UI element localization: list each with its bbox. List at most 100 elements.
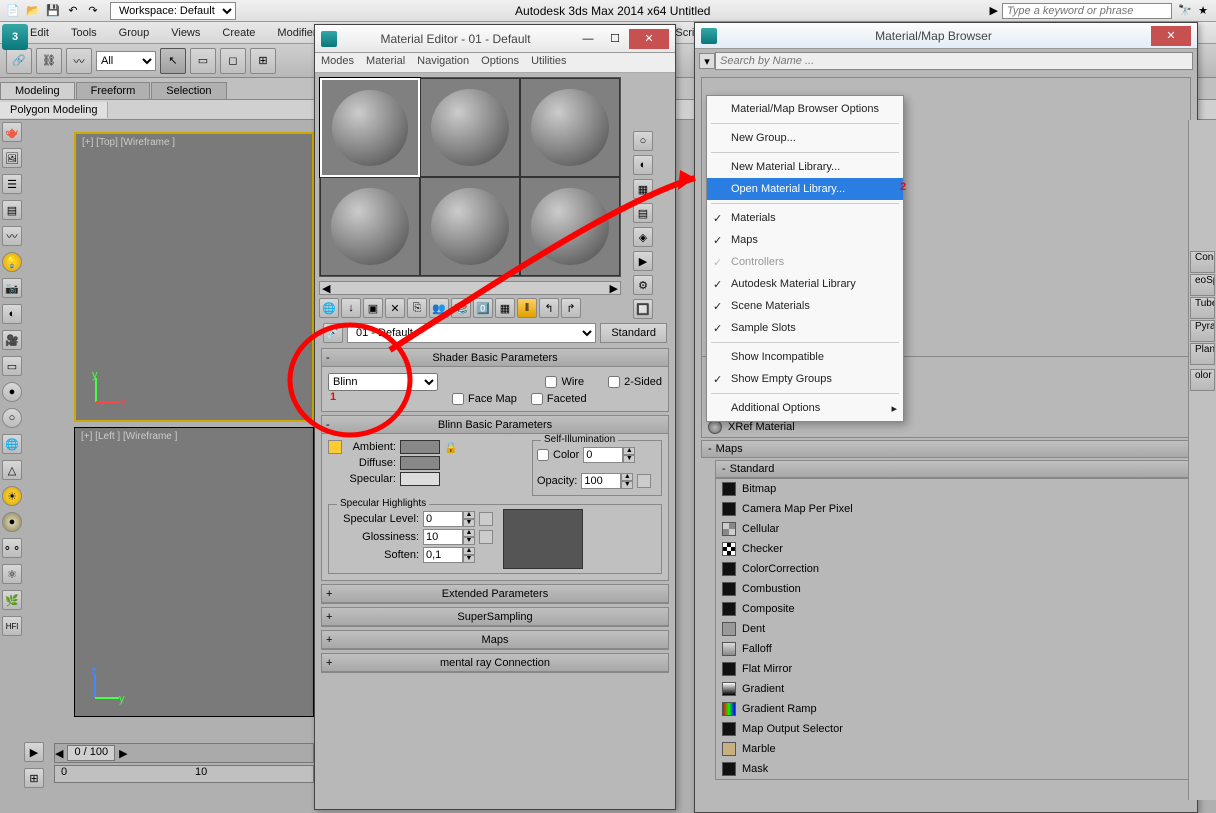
menu-material[interactable]: Material bbox=[366, 55, 405, 70]
list-item[interactable]: Combustion bbox=[716, 579, 1190, 599]
material-id-icon[interactable]: 0️⃣ bbox=[473, 298, 493, 318]
info-icon[interactable]: ▶ bbox=[990, 4, 998, 17]
atom-icon[interactable]: ⚛ bbox=[2, 564, 22, 584]
color-checkbox[interactable] bbox=[537, 449, 549, 461]
gloss-map-button[interactable] bbox=[479, 530, 493, 544]
ctx-browser-options[interactable]: Material/Map Browser Options bbox=[707, 98, 903, 120]
list-item[interactable]: Flat Mirror bbox=[716, 659, 1190, 679]
sample-scrollbar[interactable]: ◀▶ bbox=[319, 281, 621, 295]
show-end-result-icon[interactable]: ‖ bbox=[517, 298, 537, 318]
sphere3-icon[interactable]: ● bbox=[2, 512, 22, 532]
globe-icon[interactable]: 🌐 bbox=[2, 434, 22, 454]
exposure-icon[interactable]: ◐ bbox=[2, 304, 22, 324]
help-search-input[interactable] bbox=[1002, 3, 1172, 19]
list-item[interactable]: Dent bbox=[716, 619, 1190, 639]
binoculars-icon[interactable]: 🔭 bbox=[1176, 2, 1194, 20]
btn-cone[interactable]: Cone bbox=[1190, 251, 1215, 273]
sample-slot-1[interactable] bbox=[320, 78, 420, 177]
selection-filter[interactable]: All bbox=[96, 51, 156, 71]
material-name-select[interactable]: 01 - Default bbox=[347, 323, 596, 343]
next-icon[interactable]: ▶ bbox=[119, 747, 127, 760]
list-item[interactable]: Camera Map Per Pixel bbox=[716, 499, 1190, 519]
wire-checkbox[interactable] bbox=[545, 376, 557, 388]
btn-color[interactable]: olor bbox=[1190, 369, 1215, 391]
window-crossing-icon[interactable]: ⊞ bbox=[250, 48, 276, 74]
menu-navigation[interactable]: Navigation bbox=[417, 55, 469, 70]
put-to-scene-icon[interactable]: ↓ bbox=[341, 298, 361, 318]
ctx-materials[interactable]: ✓Materials bbox=[707, 207, 903, 229]
prev-icon[interactable]: ◀ bbox=[55, 747, 63, 760]
save-icon[interactable]: 💾 bbox=[44, 2, 62, 20]
menu-group[interactable]: Group bbox=[119, 27, 150, 39]
select-object-icon[interactable]: ↖ bbox=[160, 48, 186, 74]
minimize-button[interactable]: — bbox=[575, 29, 601, 49]
play-icon[interactable]: ▶ bbox=[24, 742, 44, 762]
assign-icon[interactable]: ▣ bbox=[363, 298, 383, 318]
material-editor-titlebar[interactable]: Material Editor - 01 - Default — ☐ ✕ bbox=[315, 25, 675, 53]
ctx-scene-materials[interactable]: ✓Scene Materials bbox=[707, 295, 903, 317]
ctx-new-group[interactable]: New Group... bbox=[707, 127, 903, 149]
sun-icon[interactable]: ☀ bbox=[2, 486, 22, 506]
list-item[interactable]: Checker bbox=[716, 539, 1190, 559]
tab-freeform[interactable]: Freeform bbox=[76, 82, 151, 99]
ctx-open-material-library[interactable]: Open Material Library... bbox=[707, 178, 903, 200]
plant-icon[interactable]: 🌿 bbox=[2, 590, 22, 610]
picture-icon[interactable]: 🖼 bbox=[2, 148, 22, 168]
teapot-icon[interactable]: 🫖 bbox=[2, 122, 22, 142]
opacity-spinner[interactable] bbox=[581, 473, 621, 489]
ctx-show-empty-groups[interactable]: ✓Show Empty Groups bbox=[707, 368, 903, 390]
tab-selection[interactable]: Selection bbox=[151, 82, 226, 99]
spheres-icon[interactable]: ⚬⚬ bbox=[2, 538, 22, 558]
video-icon[interactable]: 🎥 bbox=[2, 330, 22, 350]
sample-slot-4[interactable] bbox=[320, 177, 420, 276]
specular-swatch[interactable] bbox=[400, 472, 440, 486]
close-button[interactable]: ✕ bbox=[629, 29, 669, 49]
options-icon[interactable]: ⚙ bbox=[633, 275, 653, 295]
link-icon[interactable]: 🔗 bbox=[6, 48, 32, 74]
btn-geosphere[interactable]: eoSphere bbox=[1190, 274, 1215, 296]
rollout-mental-ray-header[interactable]: +mental ray Connection bbox=[322, 654, 668, 672]
ctx-autodesk-library[interactable]: ✓Autodesk Material Library bbox=[707, 273, 903, 295]
mmb-maps-header[interactable]: -Maps bbox=[701, 440, 1191, 458]
spec-level-spinner[interactable] bbox=[423, 511, 463, 527]
lock-ambient-icon[interactable] bbox=[328, 440, 342, 454]
menu-modes[interactable]: Modes bbox=[321, 55, 354, 70]
opacity-map-button[interactable] bbox=[637, 474, 651, 488]
new-file-icon[interactable]: 📄 bbox=[4, 2, 22, 20]
get-material-icon[interactable]: 🌐 bbox=[319, 298, 339, 318]
rollout-extended-header[interactable]: +Extended Parameters bbox=[322, 585, 668, 603]
windows-icon[interactable]: ⊞ bbox=[24, 768, 44, 788]
cone-icon[interactable]: △ bbox=[2, 460, 22, 480]
timeline[interactable]: ◀ 0 / 100 ▶ bbox=[54, 743, 314, 763]
list-item[interactable]: Marble bbox=[716, 739, 1190, 759]
select-by-name-icon[interactable]: ▭ bbox=[190, 48, 216, 74]
help-icon[interactable]: ★ bbox=[1194, 2, 1212, 20]
backlight-icon[interactable]: ◐ bbox=[633, 155, 653, 175]
btn-plane[interactable]: Plane bbox=[1190, 343, 1215, 365]
open-file-icon[interactable]: 📂 bbox=[24, 2, 42, 20]
mmb-standard-header[interactable]: -Standard bbox=[715, 460, 1191, 478]
app-icon[interactable]: 3 bbox=[2, 24, 28, 50]
put-to-library-icon[interactable]: 📚 bbox=[451, 298, 471, 318]
ctx-sample-slots[interactable]: ✓Sample Slots bbox=[707, 317, 903, 339]
rect-icon[interactable]: ▭ bbox=[2, 356, 22, 376]
sample-slot-5[interactable] bbox=[420, 177, 520, 276]
reset-icon[interactable]: ✕ bbox=[385, 298, 405, 318]
ctx-maps[interactable]: ✓Maps bbox=[707, 229, 903, 251]
sample-slot-2[interactable] bbox=[420, 78, 520, 177]
list-item[interactable]: Bitmap bbox=[716, 479, 1190, 499]
list-item[interactable]: Map Output Selector bbox=[716, 719, 1190, 739]
tab-polygon-modeling[interactable]: Polygon Modeling bbox=[0, 102, 108, 118]
ambient-swatch[interactable] bbox=[400, 440, 440, 454]
sample-type-icon[interactable]: ○ bbox=[633, 131, 653, 151]
list-item[interactable]: Gradient Ramp bbox=[716, 699, 1190, 719]
mmb-options-dropdown-icon[interactable]: ▾ bbox=[699, 53, 715, 69]
sphere2-icon[interactable]: ○ bbox=[2, 408, 22, 428]
redo-icon[interactable]: ↷ bbox=[84, 2, 102, 20]
bind-icon[interactable]: 〰 bbox=[66, 48, 92, 74]
face-map-checkbox[interactable] bbox=[452, 393, 464, 405]
list-item[interactable]: Gradient bbox=[716, 679, 1190, 699]
menu-options[interactable]: Options bbox=[481, 55, 519, 70]
pick-material-icon[interactable]: 💉 bbox=[323, 323, 343, 343]
viewport-left[interactable]: [+] [Left ] [Wireframe ] z y bbox=[74, 427, 314, 717]
